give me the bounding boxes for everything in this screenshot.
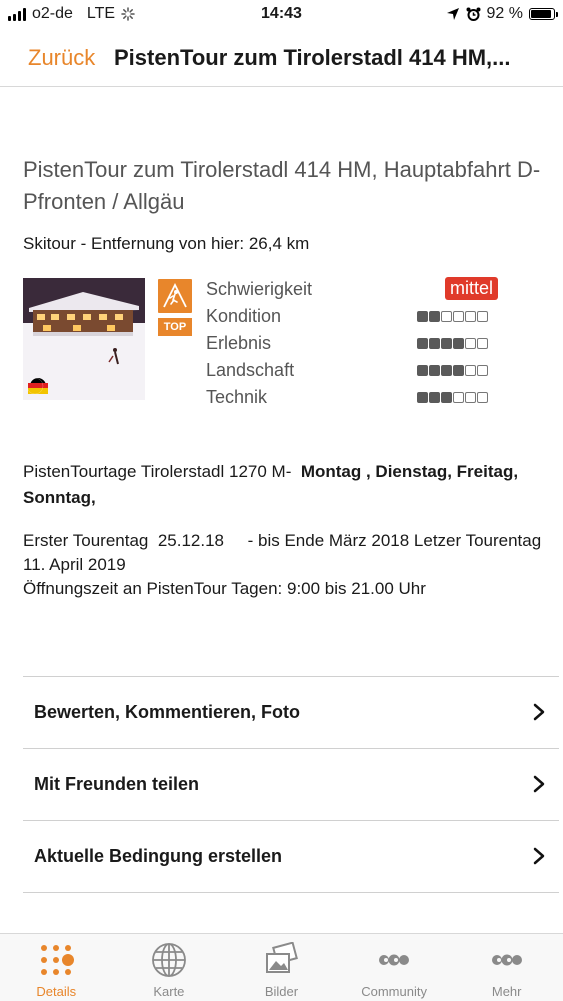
rating-box-filled [417,365,428,376]
action-list: Bewerten, Kommentieren, Foto Mit Freunde… [23,676,559,893]
rating-row-landschaft: Landschaft [206,358,506,385]
chevron-right-icon [533,847,545,865]
rating-box-empty [465,392,476,403]
dots-grid-icon [41,945,75,975]
rating-box-empty [477,365,488,376]
tab-bilder[interactable]: Bilder [225,934,338,1001]
rating-row-erlebnis: Erlebnis [206,331,506,358]
status-bar: o2-de LTE 14:43 92 % [0,0,563,30]
rate-comment-photo-row[interactable]: Bewerten, Kommentieren, Foto [23,677,559,749]
tab-label: Bilder [264,984,299,999]
tab-label: Karte [153,984,185,999]
rating-box-empty [477,311,488,322]
tour-info: Erster Tourentag 25.12.18 - bis Ende Mär… [23,529,543,601]
rating-label: Erlebnis [206,333,272,353]
rating-box-empty [477,338,488,349]
rating-box-empty [453,311,464,322]
alarm-icon [466,7,481,21]
action-label: Aktuelle Bedingung erstellen [34,846,283,866]
rating-box-filled [429,392,440,403]
skitour-badge-icon [158,279,192,313]
rating-box-filled [429,338,440,349]
tab-community[interactable]: Community [338,934,451,1001]
tab-details[interactable]: Details [0,934,113,1001]
tab-label: Mehr [491,984,522,999]
globe-icon [151,943,186,977]
tour-days-prefix: PistenTourtage Tirolerstadl 1270 M- [23,462,292,481]
tab-label: Community [361,984,427,999]
difficulty-badge: mittel [445,277,499,300]
tour-distance: Skitour - Entfernung von hier: 26,4 km [23,234,310,253]
rating-box-empty [453,392,464,403]
action-label: Bewerten, Kommentieren, Foto [34,702,301,722]
rating-boxes [417,392,488,403]
navigation-bar: Zurück PistenTour zum Tirolerstadl 414 H… [0,30,563,87]
location-arrow-icon [446,8,459,20]
rating-box-filled [429,311,440,322]
rating-box-filled [453,338,464,349]
tab-bar: Details Karte Bilder Community Mehr [0,933,563,1001]
rating-boxes [417,311,488,322]
chevron-right-icon [533,775,545,793]
action-label: Mit Freunden teilen [34,774,200,794]
back-button[interactable]: Zurück [28,45,95,71]
rating-row-kondition: Kondition [206,304,506,331]
rating-box-filled [441,392,452,403]
rating-label: Kondition [206,306,282,326]
tour-days: PistenTourtage Tirolerstadl 1270 M- Mont… [23,459,543,511]
rating-label: Landschaft [206,360,295,380]
rating-box-empty [441,311,452,322]
rating-boxes [417,365,488,376]
difficulty-label: Schwierigkeit [206,279,313,299]
create-condition-report-row[interactable]: Aktuelle Bedingung erstellen [23,821,559,893]
rating-box-empty [477,392,488,403]
people-icon [379,954,410,966]
rating-box-filled [429,365,440,376]
rating-box-filled [417,338,428,349]
tour-photo[interactable] [23,278,145,400]
rating-list: Schwierigkeit mittel Kondition Erlebnis … [206,277,506,412]
rating-box-filled [417,311,428,322]
rating-box-filled [453,365,464,376]
rating-box-filled [441,365,452,376]
top-badge: TOP [158,318,192,336]
rating-box-empty [465,338,476,349]
tab-label: Details [36,984,77,999]
rating-box-empty [465,365,476,376]
rating-box-empty [465,311,476,322]
chevron-right-icon [533,703,545,721]
tour-title: PistenTour zum Tirolerstadl 414 HM, Haup… [23,157,541,214]
rating-boxes [417,338,488,349]
share-with-friends-row[interactable]: Mit Freunden teilen [23,749,559,821]
battery-icon [529,8,558,20]
page-title: PistenTour zum Tirolerstadl 414 HM,... [114,45,511,70]
battery-percent: 92 % [486,5,523,22]
rating-box-filled [417,392,428,403]
difficulty-row: Schwierigkeit mittel [206,277,506,304]
rating-label: Technik [206,387,268,407]
rating-row-technik: Technik [206,385,506,412]
more-icon [491,954,522,966]
tab-karte[interactable]: Karte [113,934,226,1001]
rating-box-filled [441,338,452,349]
photos-icon [266,942,299,973]
tour-opening-hours: Öffnungszeit an PistenTour Tagen: 9:00 b… [23,579,426,598]
tab-mehr[interactable]: Mehr [450,934,563,1001]
tour-dates: Erster Tourentag 25.12.18 - bis Ende Mär… [23,531,546,574]
